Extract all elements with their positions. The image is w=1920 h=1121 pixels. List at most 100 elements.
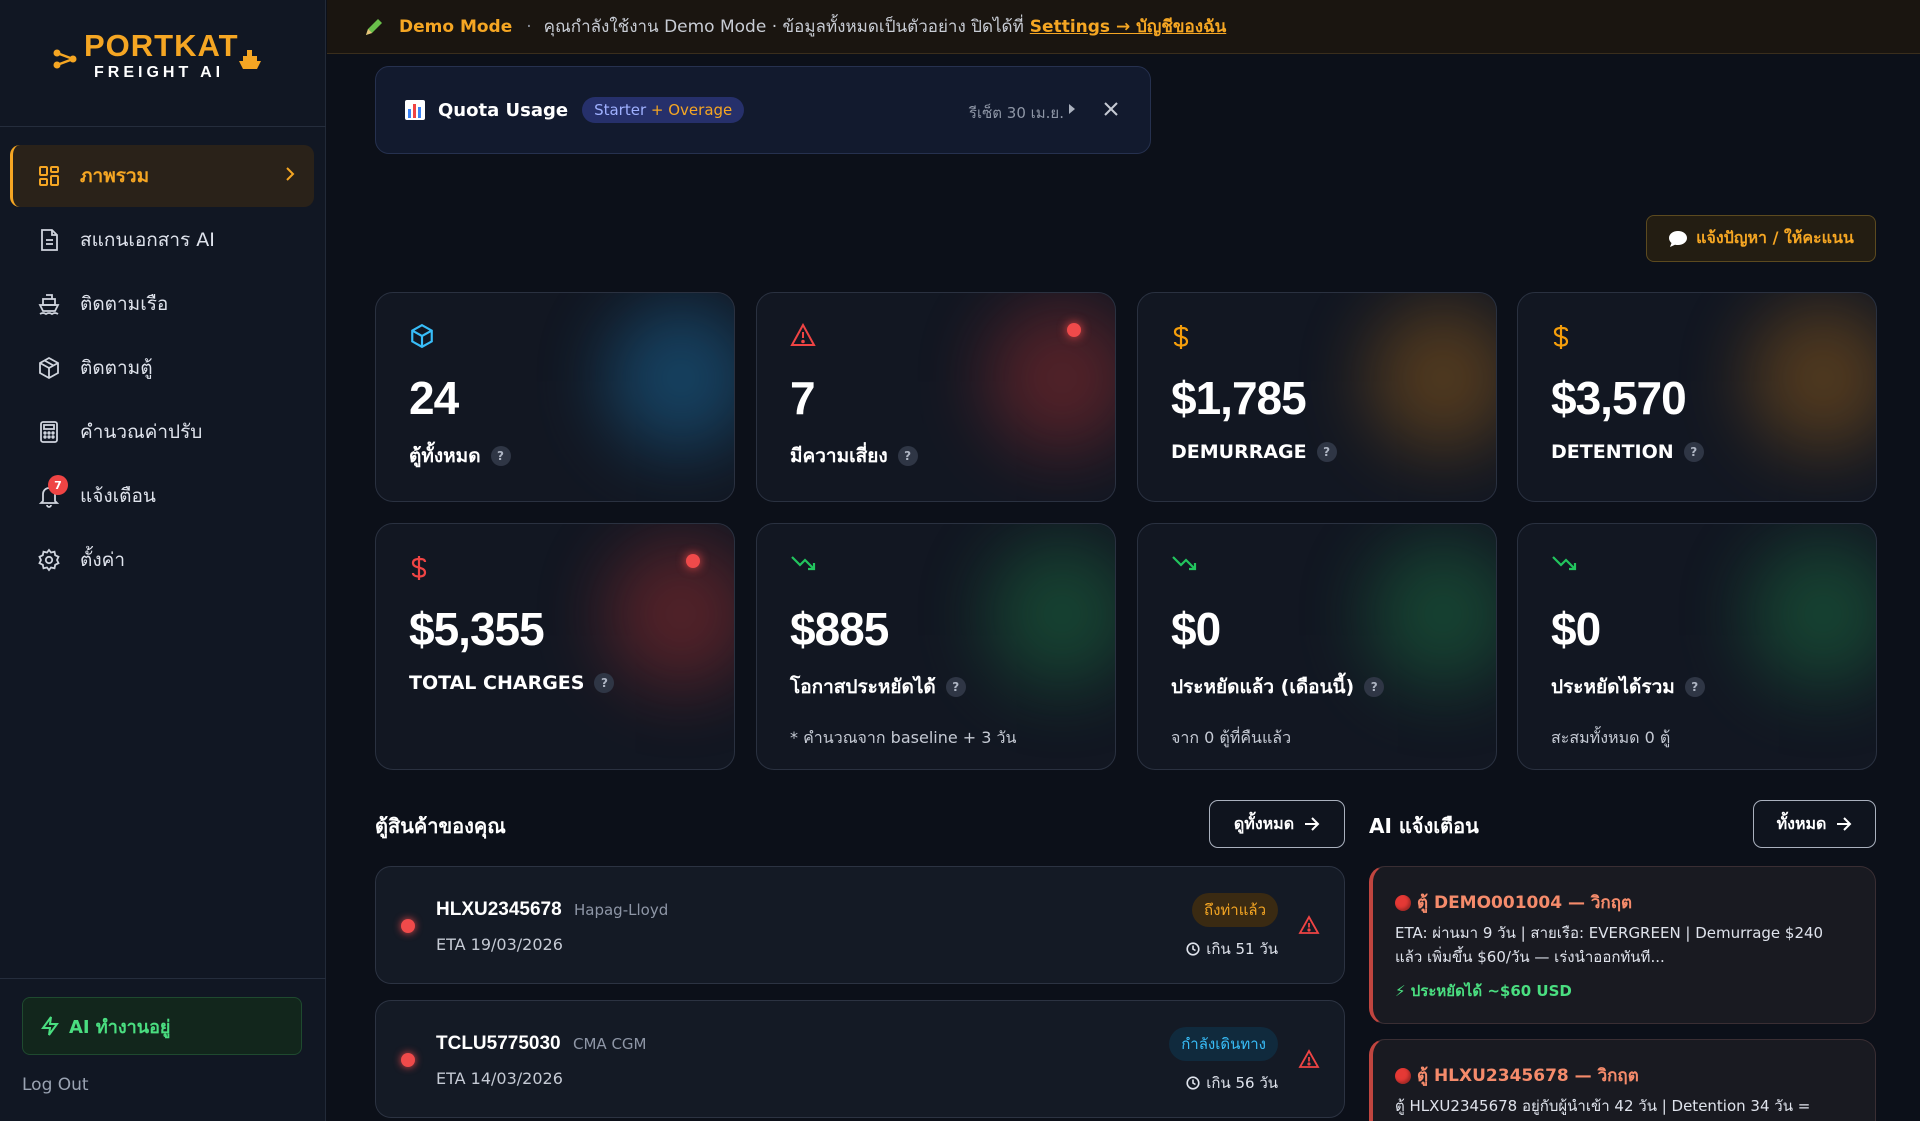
sidebar-item-label: สแกนเอกสาร AI [80, 229, 215, 251]
plan-name: Starter [594, 101, 647, 119]
risk-dot [401, 919, 415, 933]
stat-subtext: จาก 0 ตู้ที่คืนแล้ว [1171, 728, 1292, 747]
card-glow [987, 539, 1115, 689]
help-icon[interactable]: ? [490, 446, 511, 466]
table-row[interactable]: TCLU5775030 CMA CGM ETA 14/03/2026 กำลัง… [375, 1000, 1345, 1118]
stat-label: ประหยัดได้รวม? [1551, 672, 1705, 702]
warning-icon [1298, 915, 1320, 934]
box-icon [36, 355, 62, 381]
sidebar-item-label: ตั้งค่า [80, 549, 125, 571]
stat-value: $1,785 [1171, 372, 1307, 424]
arrow-right-icon [1837, 817, 1852, 831]
sidebar-item-vessel-tracking[interactable]: ติดตามเรือ [10, 273, 314, 335]
settings-link[interactable]: Settings → บัญชีของฉัน [1030, 13, 1226, 40]
help-icon[interactable]: ? [945, 677, 966, 697]
overdue-text: เกิน 56 วัน [1206, 1074, 1278, 1092]
view-all-containers-button[interactable]: ดูทั้งหมด [1209, 800, 1345, 848]
stat-card-at-risk[interactable]: 7 มีความเสี่ยง? [756, 292, 1116, 502]
demo-mode-text: คุณกำลังใช้งาน Demo Mode · ข้อมูลทั้งหมด… [543, 17, 1024, 37]
container-eta: ETA 19/03/2026 [436, 935, 563, 954]
logout-link[interactable]: Log Out [22, 1075, 89, 1095]
alert-dot [686, 554, 700, 568]
sidebar-item-ai-scan[interactable]: สแกนเอกสาร AI [10, 209, 314, 271]
red-circle-icon [1395, 1067, 1411, 1084]
red-circle-icon [1395, 894, 1411, 911]
alert-card[interactable]: ตู้ HLXU2345678 — วิกฤต ตู้ HLXU2345678 … [1369, 1039, 1876, 1121]
help-icon[interactable]: ? [1364, 677, 1385, 697]
stat-label-text: TOTAL CHARGES [409, 672, 585, 694]
caret-right-icon[interactable] [1068, 103, 1076, 115]
feedback-button[interactable]: แจ้งปัญหา / ให้คะแนน [1646, 215, 1876, 262]
stat-label: TOTAL CHARGES? [409, 672, 615, 694]
stat-label-text: DETENTION [1551, 441, 1674, 463]
stat-card-total-saved[interactable]: $0 ประหยัดได้รวม? สะสมทั้งหมด 0 ตู้ [1517, 523, 1877, 770]
brand-name: PORTKAT [84, 28, 239, 63]
container-eta: ETA 14/03/2026 [436, 1069, 563, 1088]
help-icon[interactable]: ? [1316, 442, 1337, 462]
carrier-name: Hapag-Lloyd [574, 901, 669, 919]
sidebar-item-fee-calculator[interactable]: คำนวณค่าปรับ [10, 401, 314, 463]
dollar-icon [1553, 325, 1569, 349]
stat-label: DEMURRAGE? [1171, 441, 1337, 463]
alert-title-text: ตู้ HLXU2345678 — วิกฤต [1417, 1066, 1639, 1086]
calculator-icon [36, 419, 62, 445]
alert-title: ตู้ HLXU2345678 — วิกฤต [1395, 1062, 1639, 1089]
sidebar-item-label: คำนวณค่าปรับ [80, 421, 203, 443]
trend-down-icon [1552, 556, 1577, 571]
stat-subtext: * คำนวณจาก baseline + 3 วัน [790, 728, 1017, 747]
button-label: ทั้งหมด [1776, 813, 1827, 833]
stat-card-demurrage[interactable]: $1,785 DEMURRAGE? [1137, 292, 1497, 502]
card-glow [606, 303, 734, 453]
sidebar-item-label: แจ้งเตือน [80, 485, 156, 507]
stat-card-saved-this-month[interactable]: $0 ประหยัดแล้ว (เดือนนี้)? จาก 0 ตู้ที่ค… [1137, 523, 1497, 770]
overdue-days: เกิน 51 วัน [1186, 937, 1278, 961]
stat-card-total-containers[interactable]: 24 ตู้ทั้งหมด? [375, 292, 735, 502]
grid-icon [36, 163, 62, 189]
warning-icon [1298, 1049, 1320, 1068]
view-all-alerts-button[interactable]: ทั้งหมด [1753, 800, 1876, 848]
stat-subtext: สะสมทั้งหมด 0 ตู้ [1551, 728, 1671, 747]
table-row[interactable]: HLXU2345678 Hapag-Lloyd ETA 19/03/2026 ถ… [375, 866, 1345, 984]
alert-title: ตู้ DEMO001004 — วิกฤต [1395, 889, 1632, 916]
clock-icon [1186, 1076, 1200, 1090]
stat-label: DETENTION? [1551, 441, 1704, 463]
card-glow [987, 303, 1115, 453]
sidebar-item-label: ติดตามเรือ [80, 293, 169, 315]
status-badge: ถึงท่าแล้ว [1192, 893, 1278, 927]
stat-card-detention[interactable]: $3,570 DETENTION? [1517, 292, 1877, 502]
ai-status-label: AI ทำงานอยู่ [69, 1016, 171, 1038]
brand-sub: FREIGHT AI [94, 64, 225, 81]
trend-down-icon [1172, 556, 1197, 571]
sidebar-item-notifications[interactable]: 7 แจ้งเตือน [10, 465, 314, 527]
clock-icon [1186, 942, 1200, 956]
sidebar-item-label: ติดตามตู้ [80, 357, 153, 379]
alerts-section-title: AI แจ้งเตือน [1369, 814, 1479, 838]
close-icon[interactable] [1102, 100, 1120, 118]
stat-value: $0 [1171, 603, 1221, 655]
help-icon[interactable]: ? [1684, 677, 1705, 697]
alert-card[interactable]: ตู้ DEMO001004 — วิกฤต ETA: ผ่านมา 9 วัน… [1369, 866, 1876, 1024]
stat-label-text: ประหยัดได้รวม [1551, 676, 1675, 698]
dollar-icon [411, 556, 427, 580]
separator: · [526, 16, 532, 37]
pencil-icon [366, 18, 382, 35]
stat-card-total-charges[interactable]: $5,355 TOTAL CHARGES? [375, 523, 735, 770]
dollar-icon [1173, 325, 1189, 349]
quota-usage-banner[interactable]: Quota Usage Starter + Overage รีเซ็ต 30 … [375, 66, 1151, 154]
sidebar-item-overview[interactable]: ภาพรวม [10, 145, 314, 207]
sidebar-item-container-tracking[interactable]: ติดตามตู้ [10, 337, 314, 399]
help-icon[interactable]: ? [897, 446, 918, 466]
ai-status-button[interactable]: AI ทำงานอยู่ [22, 997, 302, 1055]
stat-card-savings-opportunity[interactable]: $885 โอกาสประหยัดได้? * คำนวณจาก baselin… [756, 523, 1116, 770]
brand-logo[interactable]: PORTKAT FREIGHT AI [52, 28, 282, 88]
chevron-right-icon [286, 167, 295, 181]
alert-savings: ⚡ ประหยัดได้ ~$60 USD [1395, 982, 1572, 1000]
risk-dot [401, 1053, 415, 1067]
help-icon[interactable]: ? [1683, 442, 1704, 462]
stat-value: $5,355 [409, 603, 545, 655]
help-icon[interactable]: ? [594, 673, 615, 693]
trend-down-icon [791, 556, 816, 571]
overdue-text: เกิน 51 วัน [1206, 940, 1278, 958]
stat-label-text: มีความเสี่ยง [790, 445, 888, 467]
sidebar-item-settings[interactable]: ตั้งค่า [10, 529, 314, 591]
